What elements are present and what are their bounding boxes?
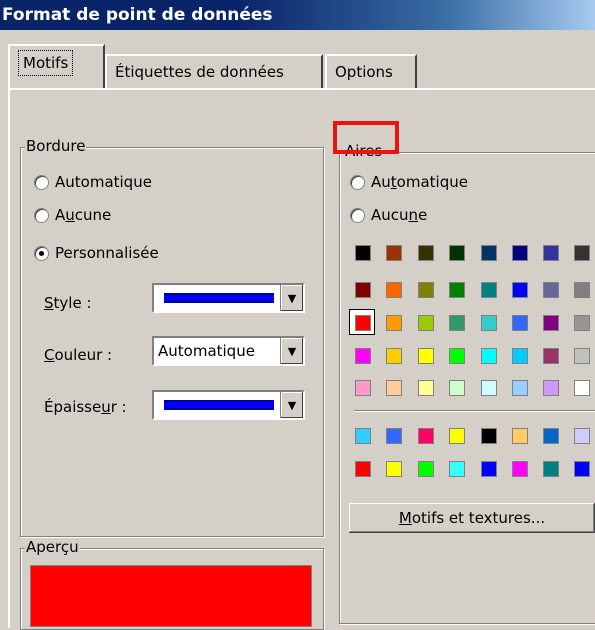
- color-swatch[interactable]: [512, 380, 528, 396]
- color-swatch[interactable]: [574, 245, 590, 261]
- color-swatch[interactable]: [574, 348, 590, 364]
- bordure-automatique-label: Automatique: [55, 173, 152, 191]
- tab-options[interactable]: Options: [325, 54, 417, 90]
- chevron-down-icon[interactable]: ▼: [280, 285, 303, 311]
- tab-etiquettes-label: Étiquettes de données: [115, 63, 284, 81]
- radio-icon: [350, 174, 365, 190]
- color-swatch[interactable]: [512, 348, 528, 364]
- color-swatch[interactable]: [481, 348, 497, 364]
- bordure-personnalisee-radio[interactable]: Personnalisée: [34, 244, 159, 262]
- color-swatch[interactable]: [481, 461, 497, 477]
- color-swatch[interactable]: [449, 282, 465, 298]
- chevron-down-icon[interactable]: ▼: [280, 338, 303, 364]
- color-swatch[interactable]: [386, 315, 402, 331]
- title-bar: Format de point de données: [0, 0, 595, 30]
- color-swatch[interactable]: [386, 282, 402, 298]
- style-combo[interactable]: ▼: [152, 283, 305, 313]
- color-swatch[interactable]: [512, 282, 528, 298]
- bordure-aucune-label: Aucune: [55, 206, 112, 224]
- tab-motifs-label: Motifs: [18, 50, 74, 76]
- color-swatch[interactable]: [449, 380, 465, 396]
- color-swatch[interactable]: [418, 245, 434, 261]
- tab-etiquettes[interactable]: Étiquettes de données: [105, 54, 323, 90]
- color-swatch[interactable]: [481, 428, 497, 444]
- radio-icon: [34, 174, 49, 190]
- color-swatch[interactable]: [481, 315, 497, 331]
- tab-options-label: Options: [335, 63, 393, 81]
- apercu-legend: Aperçu: [25, 538, 80, 556]
- color-swatch[interactable]: [543, 380, 559, 396]
- style-line-preview: [154, 285, 280, 311]
- color-swatch[interactable]: [355, 461, 371, 477]
- color-swatch[interactable]: [386, 461, 402, 477]
- color-swatch[interactable]: [418, 315, 434, 331]
- color-swatch[interactable]: [574, 282, 590, 298]
- color-swatch[interactable]: [386, 245, 402, 261]
- color-swatch[interactable]: [574, 461, 590, 477]
- color-swatch[interactable]: [418, 380, 434, 396]
- bordure-personnalisee-label: Personnalisée: [55, 244, 159, 262]
- motifs-et-textures-button[interactable]: Motifs et textures...: [349, 503, 595, 533]
- color-swatch[interactable]: [449, 461, 465, 477]
- color-swatch[interactable]: [355, 245, 371, 261]
- color-swatch[interactable]: [386, 380, 402, 396]
- bordure-legend: Bordure: [25, 137, 87, 155]
- color-swatch[interactable]: [543, 461, 559, 477]
- color-swatch[interactable]: [449, 348, 465, 364]
- color-swatch[interactable]: [449, 428, 465, 444]
- radio-checked-icon: [34, 245, 49, 261]
- color-swatch[interactable]: [481, 282, 497, 298]
- color-swatch[interactable]: [355, 428, 371, 444]
- radio-icon: [34, 207, 49, 223]
- chevron-down-icon[interactable]: ▼: [280, 392, 303, 418]
- epaisseur-label: Épaisseur :: [44, 398, 127, 416]
- color-swatch[interactable]: [543, 282, 559, 298]
- bordure-aucune-radio[interactable]: Aucune: [34, 206, 111, 224]
- color-swatch[interactable]: [543, 245, 559, 261]
- color-swatch[interactable]: [512, 315, 528, 331]
- color-swatch[interactable]: [449, 315, 465, 331]
- color-swatch[interactable]: [512, 428, 528, 444]
- bordure-automatique-radio[interactable]: Automatique: [34, 173, 152, 191]
- color-swatch[interactable]: [418, 461, 434, 477]
- aires-aucune-radio[interactable]: Aucune: [350, 206, 427, 224]
- epaisseur-combo[interactable]: ▼: [152, 390, 305, 420]
- color-swatch[interactable]: [355, 315, 371, 331]
- color-swatch[interactable]: [481, 245, 497, 261]
- apercu-preview: [30, 565, 312, 627]
- color-swatch[interactable]: [574, 380, 590, 396]
- color-swatch[interactable]: [386, 428, 402, 444]
- color-swatch[interactable]: [449, 245, 465, 261]
- aires-automatique-label: Automatique: [371, 173, 468, 191]
- couleur-label: Couleur :: [44, 346, 113, 364]
- color-swatch[interactable]: [418, 348, 434, 364]
- window-title: Format de point de données: [2, 5, 273, 25]
- color-swatch[interactable]: [418, 428, 434, 444]
- color-swatch[interactable]: [574, 428, 590, 444]
- palette-divider: [354, 410, 595, 412]
- color-swatch[interactable]: [481, 380, 497, 396]
- color-swatch[interactable]: [543, 315, 559, 331]
- motifs-et-textures-label: Motifs et textures...: [398, 509, 546, 527]
- color-swatch[interactable]: [543, 428, 559, 444]
- color-swatch[interactable]: [512, 461, 528, 477]
- color-swatch[interactable]: [512, 245, 528, 261]
- style-label: Style :: [44, 294, 92, 312]
- aires-automatique-radio[interactable]: Automatique: [350, 173, 468, 191]
- color-swatch[interactable]: [543, 348, 559, 364]
- color-swatch[interactable]: [418, 282, 434, 298]
- tab-motifs[interactable]: Motifs: [8, 44, 105, 88]
- color-swatch[interactable]: [355, 348, 371, 364]
- radio-icon: [350, 207, 365, 223]
- color-swatch[interactable]: [574, 315, 590, 331]
- color-swatch[interactable]: [355, 282, 371, 298]
- epaisseur-line-preview: [154, 392, 280, 418]
- annotation-highlight-box: [333, 121, 399, 154]
- couleur-combo[interactable]: Automatique ▼: [152, 336, 305, 366]
- color-swatch[interactable]: [386, 348, 402, 364]
- color-swatch[interactable]: [355, 380, 371, 396]
- aires-aucune-label: Aucune: [371, 206, 428, 224]
- couleur-value: Automatique: [158, 342, 255, 360]
